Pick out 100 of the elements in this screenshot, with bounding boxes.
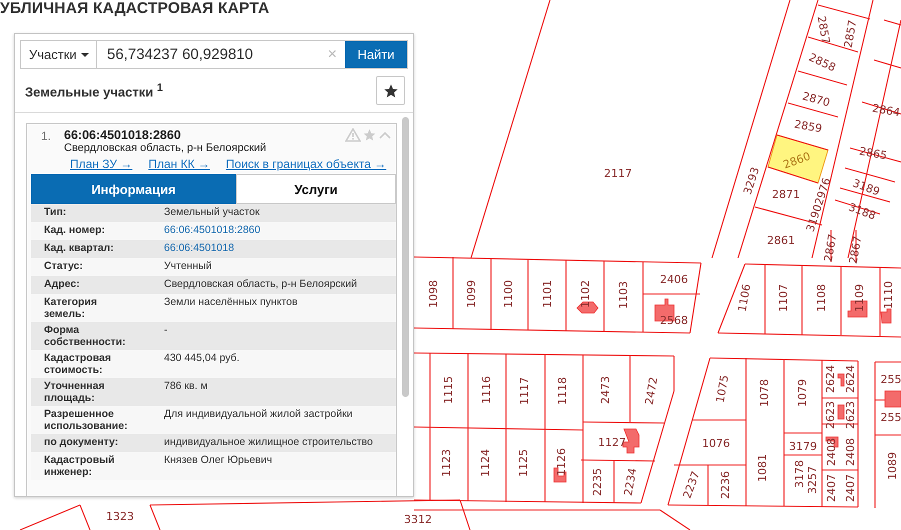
parcel-number[interactable]: 2235 (591, 468, 604, 496)
parcel-number[interactable]: 3257 (806, 466, 820, 494)
parcel-number[interactable]: 2624 (824, 365, 838, 393)
parcel-number[interactable]: 3179 (789, 440, 817, 454)
field-label: Статус: (44, 260, 84, 274)
parcel-number[interactable]: 255 (880, 411, 901, 424)
parcel-number[interactable]: 2858 (806, 50, 838, 74)
parcel-number[interactable]: 1110 (882, 281, 896, 309)
info-tab[interactable]: Информация (31, 174, 236, 204)
parcel-number[interactable]: 1109 (853, 284, 866, 312)
plan-link[interactable]: Поиск в границах объекта → (226, 157, 386, 171)
parcel-number[interactable]: 1076 (702, 437, 730, 450)
info-tab[interactable]: Услуги (236, 174, 396, 204)
parcel-number[interactable]: 2407 (844, 474, 858, 502)
parcel-number[interactable]: 2406 (660, 273, 688, 286)
field-label: Тип: (44, 206, 68, 220)
parcel-number[interactable]: 1117 (518, 377, 532, 405)
star-icon[interactable] (362, 128, 377, 142)
parcel-number[interactable]: 2623 (844, 401, 858, 429)
parcel-number[interactable]: 2870 (800, 90, 832, 110)
parcel-number[interactable]: 1115 (442, 376, 456, 404)
parcel-number[interactable]: 2624 (844, 365, 858, 393)
parcel-number[interactable]: 2859 (793, 118, 823, 136)
field-value: индивидуальное жилищное строительство (164, 436, 374, 450)
parcel-number[interactable]: 1124 (479, 449, 492, 477)
parcel-number[interactable]: 1125 (517, 449, 530, 477)
parcel-number[interactable]: 3188 (846, 200, 878, 222)
parcel-number[interactable]: 2857 (842, 19, 860, 49)
parcel-number[interactable]: 3312 (404, 513, 432, 526)
building-shape (880, 308, 892, 324)
field-label: Кадастровая стоимость: (44, 352, 112, 376)
parcel-number[interactable]: 1126 (555, 448, 568, 476)
field-label: Категория земель: (44, 296, 98, 320)
parcel-number[interactable]: 1127 (598, 436, 626, 450)
parcel-number[interactable]: 2407 (825, 474, 838, 502)
field-value: Земли населённых пунктов (164, 296, 299, 310)
building-shape (838, 374, 844, 386)
field-value: Учтенный (164, 260, 213, 274)
field-value: Свердловская область, р-н Белоярский (164, 278, 358, 292)
parcel-number[interactable]: 3178 (793, 460, 806, 488)
parcel-number[interactable]: 1089 (886, 452, 900, 480)
parcel-number[interactable]: 1098 (427, 280, 440, 308)
parcel-number[interactable]: 2861 (767, 234, 795, 248)
parcel-number[interactable]: 1103 (617, 281, 630, 309)
field-label: Уточненная площадь: (44, 380, 106, 404)
parcel-number[interactable]: 2568 (660, 314, 688, 328)
parcel-number[interactable]: 1102 (579, 280, 592, 308)
parcel-number[interactable]: 2117 (604, 167, 632, 180)
parcel-number[interactable]: 2867 (846, 235, 864, 265)
parcel-number[interactable]: 1101 (541, 280, 554, 308)
parcel-number[interactable]: 2408 (844, 438, 858, 466)
parcel-number[interactable]: 2871 (772, 188, 800, 202)
parcel-number[interactable]: 1075 (714, 374, 732, 404)
scrollbar[interactable] (402, 117, 409, 397)
parcel-number[interactable]: 1116 (480, 376, 494, 404)
parcel-number[interactable]: 3189 (850, 176, 882, 198)
parcel-number[interactable]: 1100 (502, 280, 516, 308)
parcel-number[interactable]: 2236 (719, 471, 732, 499)
field-value: - (164, 324, 168, 338)
field-label: по документу: (44, 436, 120, 450)
results-title: Земельные участки $^{1}$ (25, 82, 163, 100)
parcel-number[interactable]: 1106 (736, 283, 754, 313)
parcel-number[interactable]: 255 (880, 373, 901, 386)
parcel-number[interactable]: 1099 (465, 280, 478, 308)
parcel-number[interactable]: 2623 (824, 401, 838, 429)
field-label: Адрес: (44, 278, 81, 292)
parcel-number[interactable]: 1107 (777, 284, 790, 312)
building-shape (884, 390, 901, 408)
plan-link[interactable]: План ЗУ → (70, 157, 132, 171)
parcel-number[interactable]: 2864 (871, 102, 901, 120)
parcel-number[interactable]: 1323 (106, 510, 134, 524)
parcel-number[interactable]: 2234 (622, 467, 640, 497)
field-label: Разрешенное использование: (44, 408, 129, 432)
field-label: Кад. номер: (44, 224, 106, 238)
parcel-number[interactable]: 2472 (642, 376, 660, 406)
parcel-number[interactable]: 1078 (758, 379, 772, 407)
parcel-number[interactable]: 1081 (756, 454, 770, 482)
parcel-number[interactable]: 1079 (796, 379, 810, 407)
warning-icon[interactable] (345, 128, 361, 142)
parcel-number[interactable]: 2408 (825, 438, 838, 466)
parcel-number[interactable]: 2865 (858, 144, 888, 162)
field-label: Кад. квартал: (44, 242, 115, 256)
parcel-number[interactable]: 1118 (556, 377, 570, 405)
building-shape (838, 404, 844, 420)
parcel-number[interactable]: 2237 (680, 469, 702, 500)
page-title: УБЛИЧНАЯ КАДАСТРОВАЯ КАРТА (0, 0, 270, 18)
result-index: 1. (41, 129, 52, 143)
parcel-number[interactable]: 2857 (814, 15, 832, 45)
field-link[interactable]: 66:06:4501018 (164, 242, 396, 256)
parcel-number[interactable]: 2473 (599, 376, 612, 404)
favorites-button[interactable] (376, 76, 405, 105)
parcel-number[interactable]: 2867 (822, 233, 840, 263)
field-label: Кадастровый инженер: (44, 454, 116, 478)
plan-link[interactable]: План КК → (148, 157, 210, 171)
field-link[interactable]: 66:06:4501018:2860 (164, 224, 396, 238)
parcel-number[interactable]: 1123 (440, 449, 454, 477)
field-value: 430 445,04 руб. (164, 352, 240, 366)
cadastral-number: 66:06:4501018:2860 (64, 128, 182, 142)
parcel-number[interactable]: 1108 (815, 284, 828, 312)
parcel-number[interactable]: 3293 (741, 166, 762, 196)
